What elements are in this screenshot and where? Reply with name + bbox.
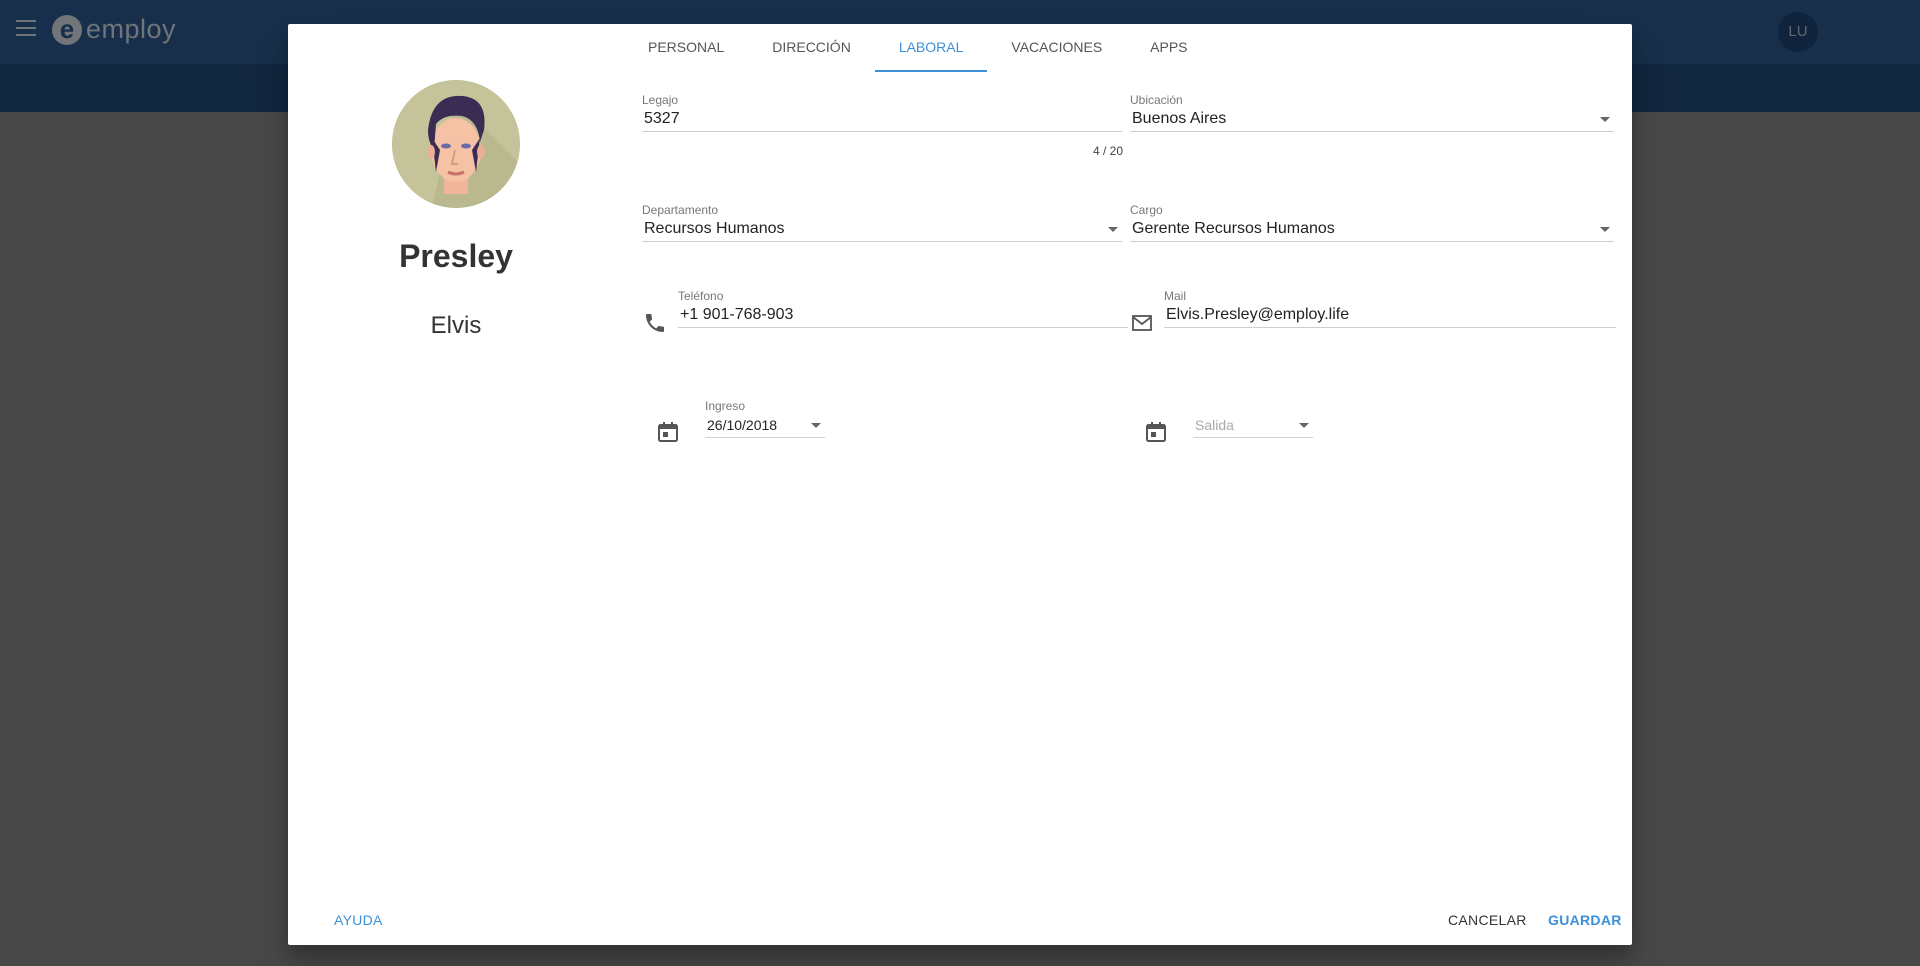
- tab-apps[interactable]: APPS: [1126, 24, 1211, 72]
- cancel-button[interactable]: CANCELAR: [1448, 912, 1527, 928]
- tab-vacaciones[interactable]: VACACIONES: [987, 24, 1126, 72]
- chevron-down-icon: [1600, 117, 1610, 122]
- tab-direccion[interactable]: DIRECCIÓN: [748, 24, 875, 72]
- mail-field: Mail Elvis.Presley@employ.life: [1164, 289, 1616, 328]
- ingreso-label: Ingreso: [705, 399, 746, 413]
- employee-photo: [392, 80, 520, 208]
- cargo-select[interactable]: Gerente Recursos Humanos: [1130, 217, 1614, 242]
- ingreso-date-input[interactable]: 26/10/2018: [705, 413, 825, 438]
- telefono-field: Teléfono +1 901-768-903: [678, 289, 1128, 328]
- calendar-icon[interactable]: [1144, 420, 1168, 444]
- phone-icon: [646, 314, 664, 332]
- telefono-label: Teléfono: [678, 289, 724, 303]
- help-button[interactable]: AYUDA: [334, 912, 383, 928]
- departamento-select[interactable]: Recursos Humanos: [642, 217, 1122, 242]
- ubicacion-label: Ubicación: [1130, 93, 1183, 107]
- ubicacion-select[interactable]: Buenos Aires: [1130, 107, 1614, 132]
- cargo-field: Cargo Gerente Recursos Humanos: [1130, 203, 1614, 242]
- salida-placeholder: Salida: [1195, 417, 1234, 433]
- mail-icon: [1132, 315, 1152, 331]
- departamento-field: Departamento Recursos Humanos: [642, 203, 1122, 242]
- cargo-value: Gerente Recursos Humanos: [1132, 220, 1335, 237]
- departamento-value: Recursos Humanos: [644, 220, 785, 237]
- ubicacion-field: Ubicación Buenos Aires: [1130, 93, 1614, 132]
- tab-personal[interactable]: PERSONAL: [624, 24, 748, 72]
- chevron-down-icon: [1600, 227, 1610, 232]
- legajo-label: Legajo: [642, 93, 679, 107]
- legajo-input[interactable]: 5327: [642, 107, 1122, 132]
- employee-first-name: Elvis: [430, 312, 482, 339]
- tab-bar: PERSONAL DIRECCIÓN LABORAL VACACIONES AP…: [624, 24, 1212, 72]
- salida-field: Salida: [1193, 413, 1313, 438]
- departamento-label: Departamento: [642, 203, 719, 217]
- employee-surname: Presley: [399, 238, 513, 274]
- mail-label: Mail: [1164, 289, 1187, 303]
- chevron-down-icon[interactable]: [1299, 423, 1309, 428]
- ingreso-value: 26/10/2018: [707, 417, 778, 433]
- cargo-label: Cargo: [1130, 203, 1163, 217]
- telefono-input[interactable]: +1 901-768-903: [678, 303, 1128, 328]
- mail-input[interactable]: Elvis.Presley@employ.life: [1164, 303, 1616, 328]
- ubicacion-value: Buenos Aires: [1132, 110, 1227, 127]
- legajo-char-counter: 4 / 20: [1093, 144, 1124, 158]
- chevron-down-icon[interactable]: [811, 423, 821, 428]
- calendar-icon[interactable]: [656, 420, 680, 444]
- employee-dialog: Presley Elvis PERSONAL DIRECCIÓN LABORAL…: [288, 24, 1632, 945]
- save-button[interactable]: GUARDAR: [1548, 912, 1622, 928]
- ingreso-field: Ingreso 26/10/2018: [705, 399, 825, 438]
- chevron-down-icon: [1108, 227, 1118, 232]
- tab-laboral[interactable]: LABORAL: [874, 24, 988, 72]
- legajo-field: Legajo 5327: [642, 93, 1122, 132]
- salida-date-input[interactable]: Salida: [1193, 413, 1313, 438]
